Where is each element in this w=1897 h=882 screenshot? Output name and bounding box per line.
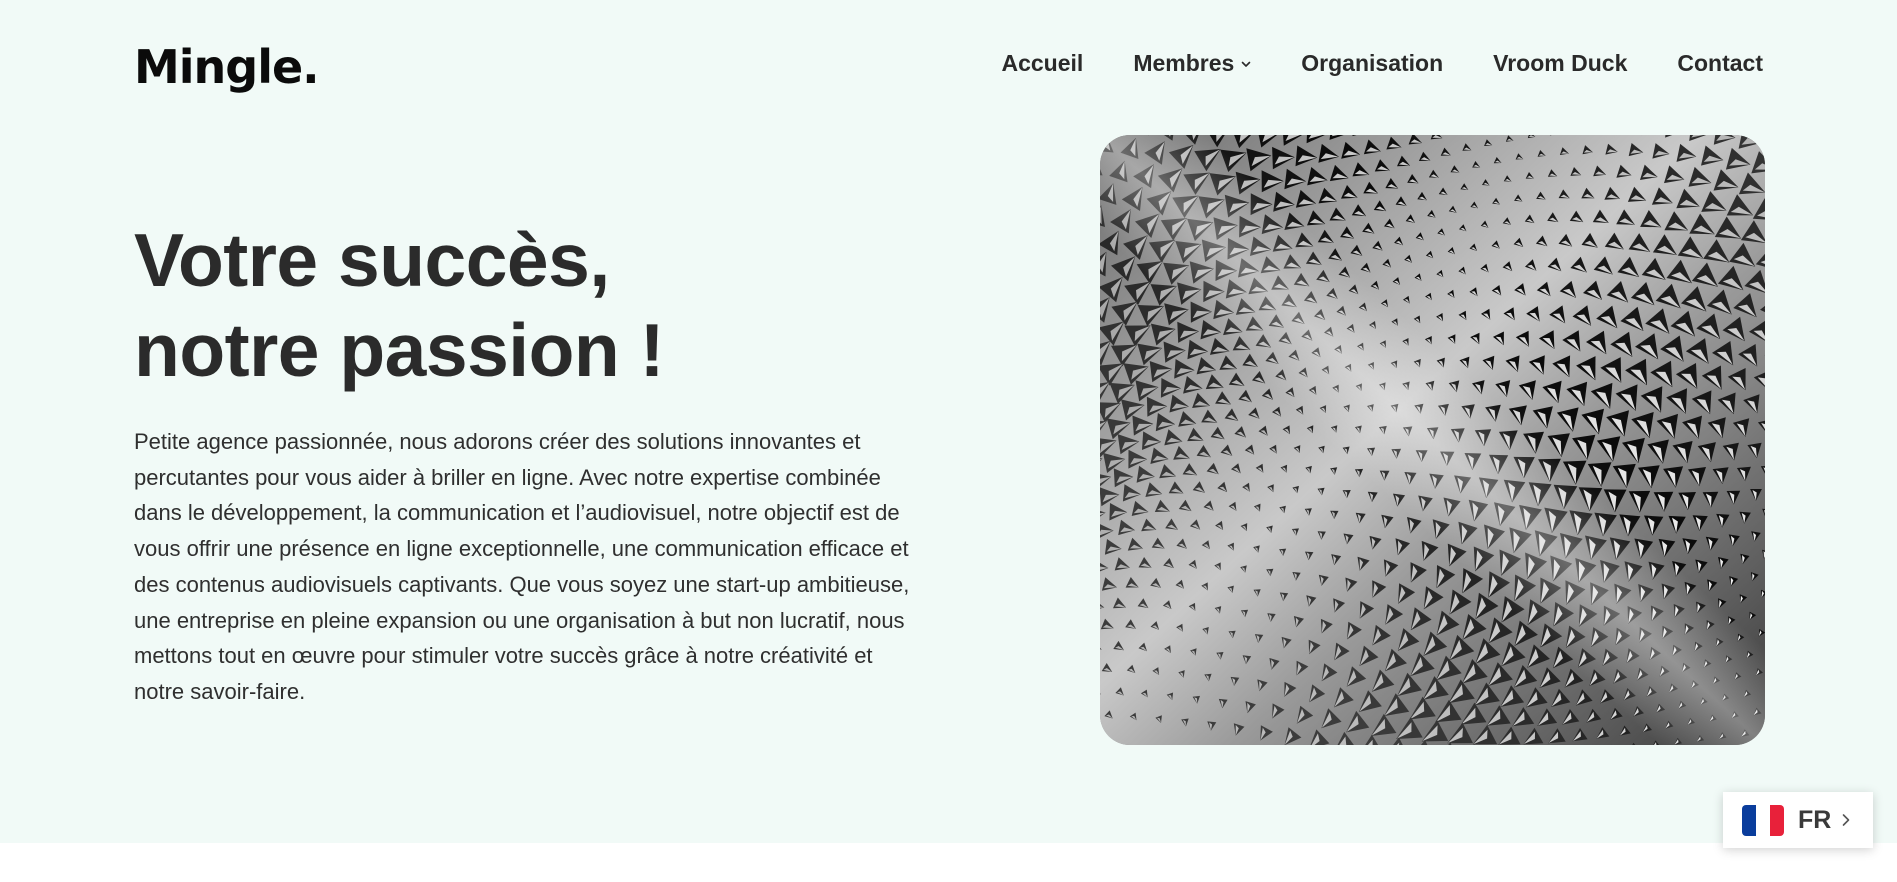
hero-title: Votre succès, notre passion !: [134, 215, 665, 395]
nav-item-accueil[interactable]: Accueil: [1001, 50, 1083, 77]
hero-section: Mingle. Accueil Membres Organisation Vro…: [0, 0, 1897, 843]
nav-item-organisation[interactable]: Organisation: [1301, 50, 1443, 77]
site-header: Mingle. Accueil Membres Organisation Vro…: [134, 38, 1763, 98]
chevron-down-icon: [1241, 61, 1251, 67]
nav-item-membres[interactable]: Membres: [1133, 50, 1251, 77]
chevron-right-icon: [1843, 814, 1850, 826]
hero-title-line-1: Votre succès,: [134, 218, 610, 302]
nav-item-label: Vroom Duck: [1493, 50, 1628, 76]
nav-item-label: Membres: [1133, 50, 1235, 76]
nav-item-label: Contact: [1677, 50, 1763, 76]
facade-highlight-shape: [1763, 732, 1765, 735]
nav-item-contact[interactable]: Contact: [1677, 50, 1763, 77]
hero-description: Petite agence passionnée, nous adorons c…: [134, 429, 910, 704]
hero-image: [1100, 135, 1765, 745]
hero-title-line-2: notre passion !: [134, 308, 665, 392]
language-code: FR: [1798, 805, 1832, 834]
nav-item-label: Accueil: [1001, 50, 1084, 76]
france-flag-icon: [1742, 804, 1784, 836]
facade-shadow-shape: [1763, 731, 1765, 735]
nav-item-label: Organisation: [1301, 50, 1444, 76]
facade-shadow-shape: [1764, 149, 1765, 153]
flag-stripe-blue: [1742, 804, 1756, 836]
flag-stripe-red: [1770, 804, 1784, 836]
language-switcher[interactable]: FR: [1723, 792, 1873, 848]
architecture-pattern-image: [1100, 135, 1765, 745]
nav-item-vroom-duck[interactable]: Vroom Duck: [1493, 50, 1627, 77]
flag-stripe-white: [1756, 804, 1770, 836]
main-nav: Accueil Membres Organisation Vroom Duck …: [1001, 50, 1763, 77]
site-logo[interactable]: Mingle.: [134, 38, 320, 96]
